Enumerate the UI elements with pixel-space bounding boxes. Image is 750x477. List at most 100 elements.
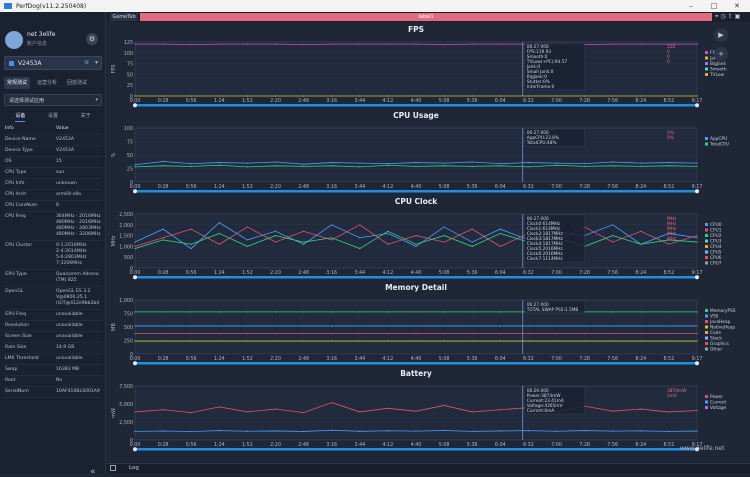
data-point <box>134 431 135 432</box>
x-tick-label: 2:20 <box>270 442 281 448</box>
x-tick-label: 0:28 <box>158 270 169 276</box>
legend-item[interactable]: NativeHeap <box>710 325 735 331</box>
legend-item[interactable]: CPU5 <box>710 250 722 256</box>
close-icon[interactable]: ✕ <box>726 0 748 12</box>
log-label[interactable]: Log <box>129 465 139 471</box>
legend-item[interactable]: CPU2 <box>710 233 722 239</box>
data-point <box>387 165 388 166</box>
timeline-scrubber[interactable] <box>135 190 697 193</box>
data-point <box>303 325 304 326</box>
timeline-scrubber[interactable] <box>135 362 697 365</box>
legend-item[interactable]: Power <box>710 394 723 400</box>
minimize-icon[interactable]: – <box>680 0 702 12</box>
info-key: OS <box>4 159 56 165</box>
data-point <box>612 325 613 326</box>
info-value: unavailable <box>56 334 102 340</box>
account-info-link[interactable]: 账户信息 <box>27 40 47 47</box>
legend-item[interactable]: VSS <box>710 314 719 320</box>
y-tick-label: 500 <box>124 325 133 331</box>
clock-icon[interactable]: ◷ <box>720 13 725 21</box>
maximize-icon[interactable]: □ <box>703 0 725 12</box>
data-point <box>528 333 529 334</box>
legend-item[interactable]: AppCPU <box>710 136 727 142</box>
scrubber-handle-right[interactable] <box>695 189 699 193</box>
tab-settings[interactable]: 设置 <box>48 112 58 122</box>
data-point <box>556 325 557 326</box>
scrubber-handle-left[interactable] <box>133 447 137 451</box>
legend-item[interactable]: JavaHeap <box>709 319 731 325</box>
legend-item[interactable]: Stack <box>710 336 722 342</box>
x-tick-label: 0:56 <box>186 270 197 276</box>
game-tab[interactable]: GameTab <box>110 13 138 21</box>
legend-swatch <box>705 62 708 65</box>
label-bar[interactable]: label1 <box>140 13 712 21</box>
tab-device[interactable]: 设备 <box>15 112 25 122</box>
scrubber-handle-left[interactable] <box>133 189 137 193</box>
data-point <box>275 340 276 341</box>
scrubber-handle-right[interactable] <box>695 361 699 365</box>
legend-item[interactable]: Graphics <box>710 341 730 347</box>
x-tick-label: 8:24 <box>635 98 646 104</box>
data-point <box>134 241 135 242</box>
info-value: 364MHz - 2016MHz 480MHz - 2016MHz 480MHz… <box>56 214 102 238</box>
data-point <box>415 340 416 341</box>
x-tick-label: 4:40 <box>411 184 422 190</box>
data-point <box>247 166 248 167</box>
legend-item[interactable]: CPU1 <box>710 228 722 234</box>
timeline-scrubber[interactable] <box>135 104 697 107</box>
add-icon[interactable]: + <box>714 47 728 61</box>
timeline-scrubber[interactable] <box>135 448 697 451</box>
scrubber-handle-left[interactable] <box>133 103 137 107</box>
log-icon[interactable] <box>110 465 116 471</box>
legend-swatch <box>705 245 708 248</box>
legend-item[interactable]: CPU4 <box>710 244 722 250</box>
data-point <box>247 311 248 312</box>
legend-item[interactable]: CPU6 <box>710 255 722 261</box>
scrubber-handle-right[interactable] <box>695 103 699 107</box>
legend-item[interactable]: CPU7 <box>710 261 722 267</box>
data-point <box>500 163 501 164</box>
app-selector[interactable]: 请选择测试应用 ▾ <box>4 94 102 106</box>
x-tick-label: 6:32 <box>523 184 534 190</box>
timeline-scrubber[interactable] <box>135 276 697 279</box>
data-point <box>359 44 360 45</box>
data-point <box>696 166 697 167</box>
data-point <box>472 229 473 230</box>
info-key: CPU Type <box>4 170 56 176</box>
export-icon[interactable]: ▣ <box>735 13 741 21</box>
avatar[interactable] <box>5 31 23 49</box>
legend-item[interactable]: Code <box>710 330 721 336</box>
y-tick-label: 2,500 <box>119 420 133 426</box>
scrubber-handle-left[interactable] <box>133 275 137 279</box>
legend-item[interactable]: MemoryPSS <box>710 308 736 314</box>
legend-item[interactable]: Other <box>710 347 722 353</box>
info-value: unavailable <box>56 323 102 329</box>
upload-icon[interactable]: ⇪ <box>728 13 733 21</box>
x-tick-label: 3:44 <box>354 270 365 276</box>
play-icon[interactable]: ▶ <box>714 28 728 42</box>
scrubber-handle-left[interactable] <box>133 361 137 365</box>
tab-normal-test[interactable]: 常规测试 <box>4 77 30 89</box>
legend-item[interactable]: TotalCPU <box>709 142 729 148</box>
location-icon[interactable]: ⌖ <box>715 13 718 21</box>
tab-ops-analysis[interactable]: 运营分析 <box>34 77 60 89</box>
scrubber-handle-right[interactable] <box>695 275 699 279</box>
info-key: Ram Size <box>4 345 56 351</box>
settings-gear-icon[interactable]: ⚙ <box>86 33 98 45</box>
collapse-sidebar-icon[interactable]: « <box>90 467 96 477</box>
data-point <box>444 226 445 227</box>
data-point <box>191 95 192 96</box>
tab-replay-test[interactable]: 回放测试 <box>64 77 90 89</box>
x-tick-label: 0:00 <box>130 98 141 104</box>
legend-item[interactable]: CPU3 <box>710 239 722 245</box>
legend-item[interactable]: Voltage <box>710 405 726 411</box>
data-point <box>472 246 473 247</box>
legend-item[interactable]: Current <box>710 400 726 406</box>
data-point <box>163 95 164 96</box>
device-selector[interactable]: V2453A ≋ ▾ <box>4 56 102 70</box>
device-icon <box>9 61 14 66</box>
legend-item[interactable]: CPU0 <box>710 222 722 228</box>
info-key: Resolution <box>4 323 56 329</box>
x-tick-label: 0:00 <box>130 442 141 448</box>
tab-about[interactable]: 关于 <box>81 112 91 122</box>
